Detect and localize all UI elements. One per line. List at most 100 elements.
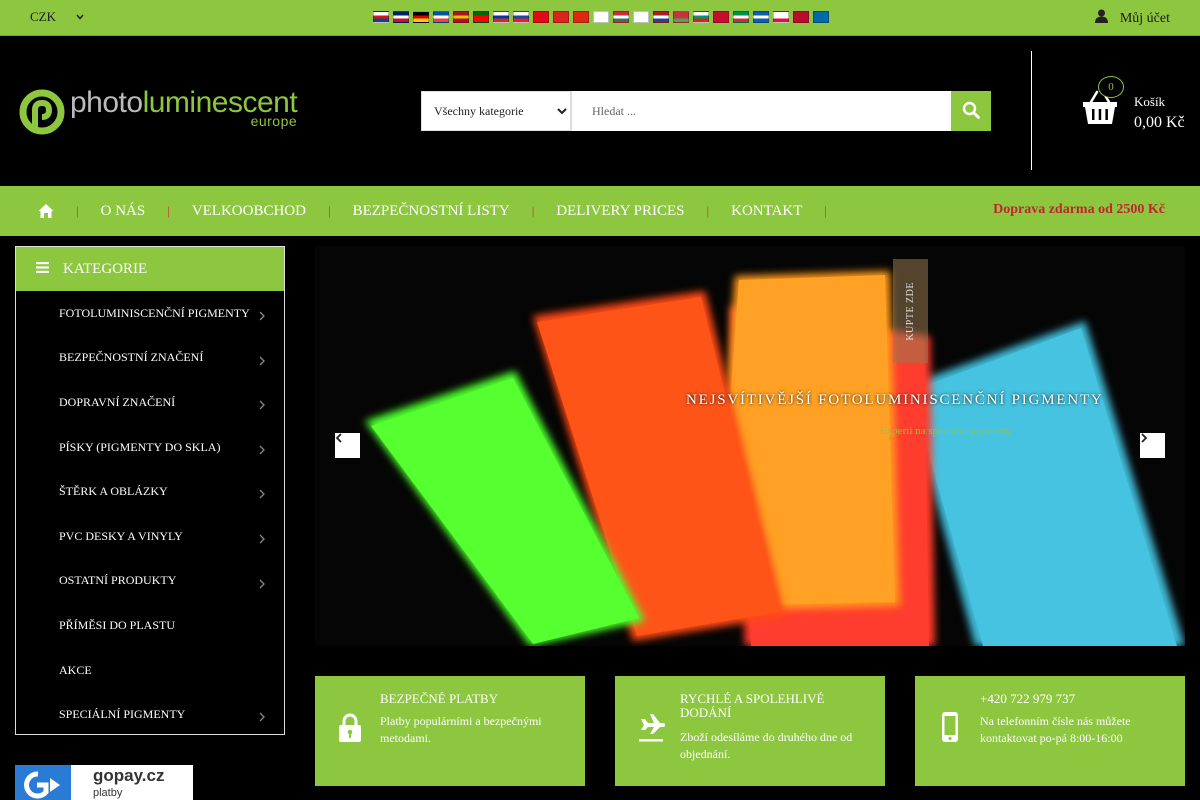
category-item-label: AKCE [59,662,92,677]
nav-separator: | [706,203,710,218]
category-item-label: OSTATNÍ PRODUKTY [59,573,177,588]
flag-no-icon[interactable] [793,11,809,23]
chevron-right-icon [259,534,265,544]
flag-ja-icon[interactable] [593,11,609,23]
search-icon [962,101,980,122]
flag-it-icon[interactable] [733,11,749,23]
category-item-label: PŘÍMĚSI DO PLASTU [59,617,176,632]
chevron-right-icon [259,712,265,722]
category-item[interactable]: BEZPEČNOSTNÍ ZNAČENÍ [16,336,284,381]
chevron-right-icon [259,579,265,589]
logo-text-photo: photo [70,86,143,119]
feature-phone-contact: +420 722 979 737 Na telefonním čísle nás… [915,676,1185,786]
gopay-logo-icon [15,765,71,800]
cart-count-badge: 0 [1098,76,1124,98]
flag-da-icon[interactable] [713,11,729,23]
flag-fi-icon[interactable] [633,11,649,23]
category-item-label: BEZPEČNOSTNÍ ZNAČENÍ [59,350,204,365]
flag-cs-icon[interactable] [373,11,389,23]
chevron-right-icon [259,445,265,455]
flag-bg-icon[interactable] [693,11,709,23]
chevron-down-icon [76,12,84,23]
feature-title: BEZPEČNÉ PLATBY [380,691,499,706]
lock-icon [339,713,361,742]
flag-ru-icon[interactable] [493,11,509,23]
language-flags [373,11,829,23]
category-item[interactable]: ŠTĚRK A OBLÁZKY [16,469,284,514]
flag-be-icon[interactable] [673,11,689,23]
user-icon [1094,9,1108,28]
search-bar: Všechny kategorie [421,91,991,131]
phone-icon [942,712,958,742]
flag-de-icon[interactable] [413,11,429,23]
category-menu-title: KATEGORIE [63,260,148,277]
logo-mark-icon [19,89,65,135]
flag-sk-icon[interactable] [513,11,529,23]
currency-selector[interactable]: CZK [30,9,84,25]
flag-fr-icon[interactable] [433,11,449,23]
feature-description: Zboží odesíláme do druhého dne od objedn… [680,730,853,762]
flag-el-icon[interactable] [753,11,769,23]
category-menu-header[interactable]: KATEGORIE [16,247,284,291]
chevron-right-icon [259,311,265,321]
flag-es-icon[interactable] [453,11,469,23]
slider-next-button[interactable] [1140,433,1165,458]
menu-icon [36,261,49,278]
feature-secure-payments: BEZPEČNÉ PLATBY Platby populárními a bez… [315,676,585,786]
header-divider [1031,51,1032,170]
gopay-brand: gopay.cz [93,766,165,785]
nav-item-delivery-prices[interactable]: DELIVERY PRICES [556,203,684,220]
feature-description: Na telefonním čísle nás můžete kontaktov… [980,714,1131,746]
home-icon[interactable] [38,203,54,219]
category-item[interactable]: PŘÍMĚSI DO PLASTU [16,603,284,648]
gopay-badge[interactable]: gopay.cz platby [15,765,193,800]
category-menu: KATEGORIE FOTOLUMINISCENČNÍ PIGMENTY BEZP… [15,246,285,735]
cart-total: 0,00 Kč [1134,114,1185,131]
chevron-right-icon [259,400,265,410]
flag-hu-icon[interactable] [613,11,629,23]
top-bar: CZK Můj účet [0,0,1200,36]
flag-tr-icon[interactable] [533,11,549,23]
cart-widget[interactable]: 0 Košík 0,00 Kč [1082,76,1185,132]
category-item-label: FOTOLUMINISCENČNÍ PIGMENTY [59,305,250,320]
site-logo[interactable]: photoluminescent europe [18,86,298,136]
flag-en-icon[interactable] [393,11,409,23]
search-button[interactable] [951,91,991,131]
feature-title: RYCHLÉ A SPOLEHLIVÉ DODÁNÍ [680,691,825,721]
buy-here-button[interactable]: KUPTE ZDE [893,259,928,363]
gopay-subtitle: platby [93,787,123,799]
nav-item-o-nas[interactable]: O NÁS [101,203,146,220]
category-item[interactable]: FOTOLUMINISCENČNÍ PIGMENTY [16,291,284,336]
category-item[interactable]: SPECIÁLNÍ PIGMENTY [16,692,284,737]
flag-zh-icon[interactable] [573,11,589,23]
search-input[interactable] [571,91,951,131]
nav-item-kontakt[interactable]: KONTAKT [731,203,802,220]
nav-separator: | [531,203,535,218]
category-list: FOTOLUMINISCENČNÍ PIGMENTY BEZPEČNOSTNÍ Z… [16,291,284,737]
flag-pl-icon[interactable] [773,11,789,23]
category-item[interactable]: PVC DESKY A VINYLY [16,514,284,559]
flag-pt-icon[interactable] [473,11,489,23]
category-item[interactable]: PÍSKY (PIGMENTY DO SKLA) [16,425,284,470]
nav-item-bezpecnostni-listy[interactable]: BEZPEČNOSTNÍ LISTY [353,203,510,220]
nav-separator: | [824,203,828,218]
chevron-right-icon [259,356,265,366]
flag-nl-icon[interactable] [653,11,669,23]
flag-sv-icon[interactable] [813,11,829,23]
nav-item-velkoobchod[interactable]: VELKOOBCHOD [192,203,306,220]
category-item-label: SPECIÁLNÍ PIGMENTY [59,707,186,722]
category-item[interactable]: AKCE [16,648,284,693]
category-item-label: PÍSKY (PIGMENTY DO SKLA) [59,439,221,454]
slider-prev-button[interactable] [335,433,360,458]
category-item[interactable]: OSTATNÍ PRODUKTY [16,559,284,604]
account-link[interactable]: Můj účet [1094,9,1170,28]
flag-vi-icon[interactable] [553,11,569,23]
buy-here-label: KUPTE ZDE [905,281,916,341]
category-item-label: ŠTĚRK A OBLÁZKY [59,484,168,499]
search-category-select[interactable]: Všechny kategorie [421,91,571,131]
category-item[interactable]: DOPRAVNÍ ZNAČENÍ [16,380,284,425]
slide-title: NEJSVÍTIVĚJŠÍ FOTOLUMINISCENČNÍ PIGMENTY [686,392,1104,408]
account-label: Můj účet [1119,10,1170,26]
category-item-label: PVC DESKY A VINYLY [59,528,183,543]
feature-fast-delivery: RYCHLÉ A SPOLEHLIVÉ DODÁNÍ Zboží odesílá… [615,676,885,786]
